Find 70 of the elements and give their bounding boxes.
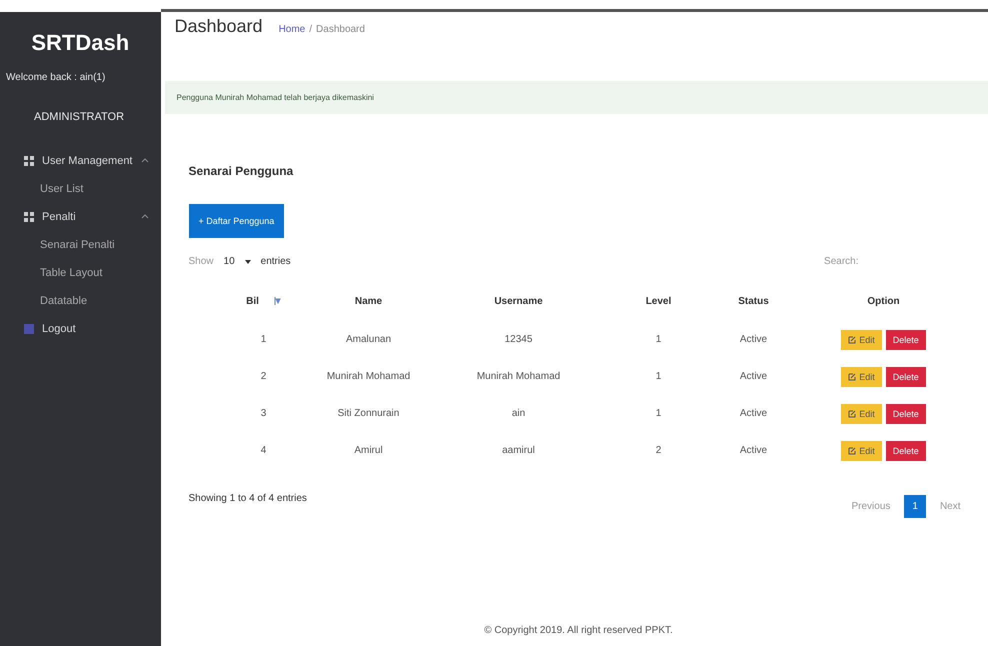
table-cell-text: Active — [738, 370, 768, 384]
table-cell-text: aamirul — [501, 444, 536, 458]
success-alert: Pengguna Munirah Mohamad telah berjaya dikemaskini — [164, 81, 988, 114]
table-info: Showing 1 to 4 of 4 entries — [188, 493, 307, 504]
add-user-button[interactable]: + Daftar Pengguna — [188, 204, 284, 238]
edit-button[interactable]: Edit — [841, 440, 882, 460]
breadcrumb-separator: / — [309, 24, 312, 35]
table-cell-text: 2 — [260, 370, 268, 384]
table-cell-text: Active — [738, 444, 768, 458]
delete-button[interactable]: Delete — [886, 404, 926, 424]
table-cell-text: Munirah Mohamad — [476, 370, 562, 384]
entries-label: entries — [260, 256, 291, 267]
sidebar-subitem[interactable]: Table Layout — [0, 259, 160, 287]
table-cell-text: Amirul — [353, 444, 384, 458]
search-label: Search: — [824, 256, 858, 267]
table-cell-text: Active — [738, 333, 768, 347]
edit-icon — [848, 410, 856, 418]
sidebar-item[interactable]: Logout — [0, 315, 160, 343]
table-cell-text: 2 — [654, 444, 662, 458]
column-header[interactable]: Option — [798, 281, 968, 321]
card-title: Senarai Pengguna — [188, 164, 294, 178]
edit-button[interactable]: Edit — [841, 366, 882, 386]
pagination-button[interactable]: 1 — [904, 495, 926, 518]
logout-icon — [24, 324, 34, 334]
breadcrumb-link[interactable]: Home — [278, 24, 306, 35]
column-header[interactable]: Level — [608, 281, 708, 321]
column-header[interactable]: Bil — [218, 281, 308, 321]
table-cell-text: 3 — [260, 407, 268, 421]
table-cell-text: Active — [738, 407, 768, 421]
sidebar-item[interactable]: User Management — [0, 147, 160, 175]
footer-text: © Copyright 2019. All right reserved PPKT. — [483, 625, 674, 638]
table-cell-text: Munirah Mohamad — [326, 370, 412, 384]
caret-icon — [244, 258, 251, 264]
table-cell-text: 12345 — [504, 333, 534, 347]
table-cell-text: Siti Zonnurain — [336, 407, 400, 421]
caret-icon — [140, 213, 148, 221]
table-cell-text: 1 — [260, 333, 268, 347]
edit-icon — [848, 372, 856, 380]
role-label: ADMINISTRATOR — [33, 110, 126, 125]
edit-button[interactable]: Edit — [841, 404, 882, 424]
table-cell-text: 1 — [654, 370, 662, 384]
caret-icon — [140, 157, 148, 165]
table-cell-text: 4 — [260, 444, 268, 458]
sidebar-subitem[interactable]: User List — [0, 175, 160, 203]
grid-icon — [24, 212, 34, 222]
sidebar-subitem[interactable]: Senarai Penalti — [0, 231, 160, 259]
column-header[interactable]: Name — [308, 281, 428, 321]
welcome-text: Welcome back : ain(1) — [5, 71, 106, 83]
breadcrumb-current: Dashboard — [316, 24, 365, 35]
table-cell-text: 1 — [654, 333, 662, 347]
table-cell-text: 1 — [654, 407, 662, 421]
logo: SRTDash — [30, 29, 130, 57]
delete-button[interactable]: Delete — [886, 366, 926, 386]
edit-icon — [848, 446, 856, 454]
page-size-select[interactable]: 10 — [224, 256, 235, 267]
edit-button[interactable]: Edit — [841, 330, 882, 350]
column-header[interactable]: Status — [708, 281, 798, 321]
pagination-button[interactable]: Next — [932, 495, 968, 518]
delete-button[interactable]: Delete — [886, 330, 926, 350]
page-title: Dashboard — [174, 16, 263, 37]
delete-button[interactable]: Delete — [886, 440, 926, 460]
edit-icon — [848, 336, 856, 344]
pagination-button[interactable]: Previous — [843, 495, 898, 518]
column-header[interactable]: Username — [428, 281, 608, 321]
show-label: Show — [188, 256, 214, 267]
grid-icon — [24, 156, 34, 166]
table-cell-text: Amalunan — [344, 333, 392, 347]
sidebar-subitem[interactable]: Datatable — [0, 287, 160, 315]
table-cell-text: ain — [510, 407, 526, 421]
sidebar-item[interactable]: Penalti — [0, 203, 160, 231]
